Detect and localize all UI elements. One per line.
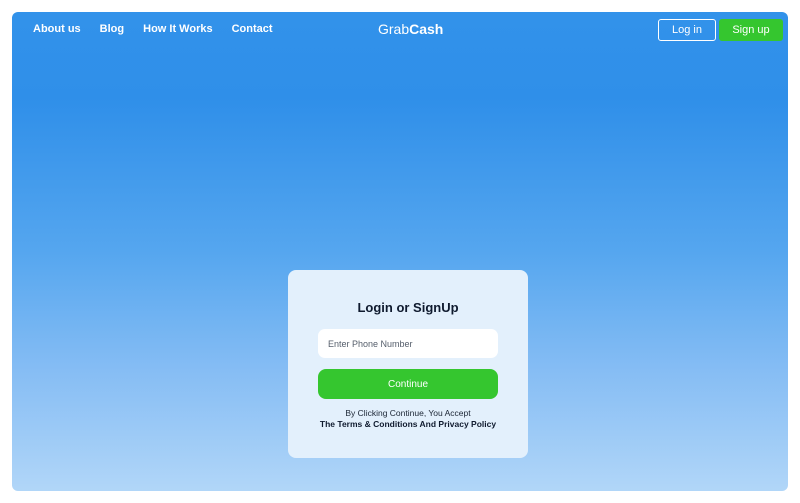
nav-link-contact[interactable]: Contact: [232, 23, 273, 35]
phone-number-input[interactable]: [318, 329, 498, 358]
nav-link-about-us[interactable]: About us: [33, 23, 81, 35]
top-navigation: About us Blog How It Works Contact GrabC…: [12, 12, 788, 48]
card-title: Login or SignUp: [357, 300, 459, 315]
terms-notice: By Clicking Continue, You Accept: [345, 408, 471, 418]
page-frame: About us Blog How It Works Contact GrabC…: [12, 12, 788, 491]
signup-button[interactable]: Sign up: [719, 19, 783, 41]
nav-links: About us Blog How It Works Contact: [33, 23, 292, 35]
terms-privacy-link[interactable]: The Terms & Conditions And Privacy Polic…: [288, 419, 528, 429]
logo-text-grab: Grab: [378, 21, 410, 37]
login-card: Login or SignUp Continue By Clicking Con…: [288, 270, 528, 458]
logo-text-cash: Cash: [409, 21, 444, 37]
nav-link-how-it-works[interactable]: How It Works: [143, 23, 212, 35]
brand-logo[interactable]: GrabCash: [378, 21, 443, 37]
nav-link-blog[interactable]: Blog: [100, 23, 124, 35]
login-button[interactable]: Log in: [658, 19, 716, 41]
continue-button[interactable]: Continue: [318, 369, 498, 399]
